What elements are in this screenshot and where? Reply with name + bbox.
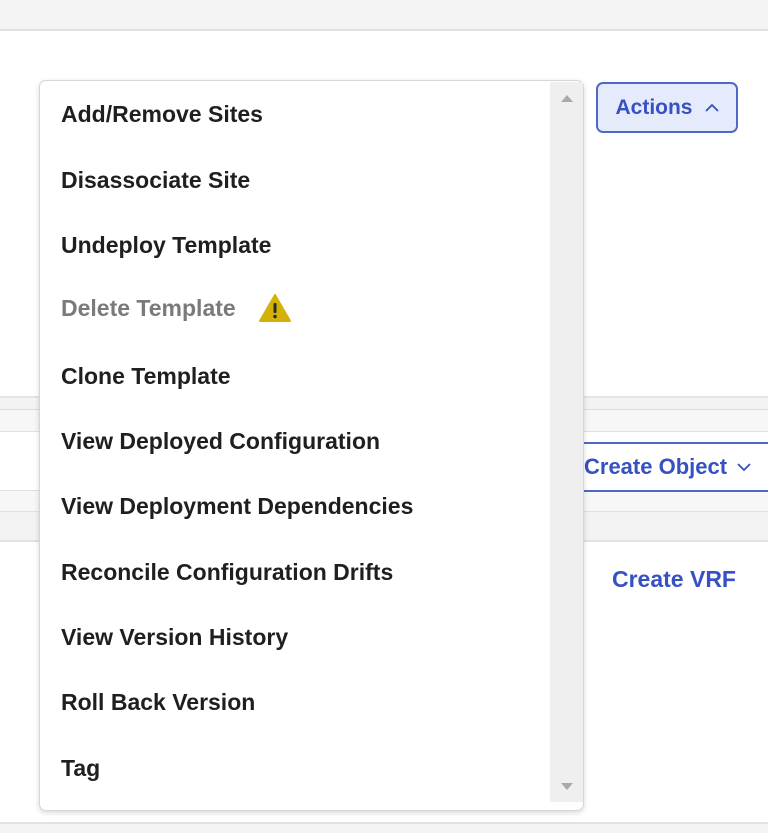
actions-button-label: Actions	[615, 95, 693, 119]
menu-item-label: View Deployment Dependencies	[61, 493, 414, 519]
page: Actions Create Object Create VRF Add/Rem…	[0, 0, 768, 833]
menu-item-label: Reconcile Configuration Drifts	[61, 559, 394, 585]
menu-item-label: Undeploy Template	[61, 232, 272, 258]
warning-icon	[258, 294, 291, 322]
menu-item-view-deployment-dependencies[interactable]: View Deployment Dependencies	[61, 493, 413, 520]
scroll-down-arrow-icon[interactable]	[560, 782, 574, 791]
create-vrf-link[interactable]: Create VRF	[612, 566, 736, 593]
menu-item-label: Tag	[61, 755, 101, 781]
menu-item-add-remove-sites[interactable]: Add/Remove Sites	[61, 101, 263, 128]
create-object-label: Create Object	[584, 454, 728, 479]
menu-item-view-version-history[interactable]: View Version History	[61, 624, 288, 651]
menu-item-label: Delete Template	[61, 294, 236, 321]
menu-item-view-deployed-configuration[interactable]: View Deployed Configuration	[61, 428, 380, 455]
create-object-button[interactable]: Create Object	[562, 442, 768, 492]
menu-item-clone-template[interactable]: Clone Template	[61, 363, 231, 390]
chevron-up-icon	[704, 103, 719, 112]
scroll-up-arrow-icon[interactable]	[560, 94, 574, 103]
menu-item-reconcile-configuration-drifts[interactable]: Reconcile Configuration Drifts	[61, 559, 393, 586]
menu-scrollbar[interactable]	[550, 82, 583, 802]
bottom-bar	[0, 822, 768, 833]
menu-item-disassociate-site[interactable]: Disassociate Site	[61, 167, 250, 194]
menu-item-label: View Version History	[61, 624, 289, 650]
menu-item-label: Clone Template	[61, 363, 231, 389]
menu-item-roll-back-version[interactable]: Roll Back Version	[61, 689, 255, 716]
menu-item-undeploy-template[interactable]: Undeploy Template	[61, 232, 271, 259]
menu-item-label: Roll Back Version	[61, 689, 256, 715]
menu-item-delete-template: Delete Template	[61, 293, 292, 323]
menu-item-label: Add/Remove Sites	[61, 101, 263, 127]
actions-dropdown-menu: Add/Remove Sites Disassociate Site Undep…	[39, 80, 584, 811]
menu-item-label: View Deployed Configuration	[61, 428, 381, 454]
menu-item-tag[interactable]: Tag	[61, 755, 100, 782]
menu-item-label: Disassociate Site	[61, 167, 251, 193]
actions-button[interactable]: Actions	[596, 82, 738, 133]
chevron-down-icon	[737, 463, 751, 472]
top-bar	[0, 0, 768, 31]
